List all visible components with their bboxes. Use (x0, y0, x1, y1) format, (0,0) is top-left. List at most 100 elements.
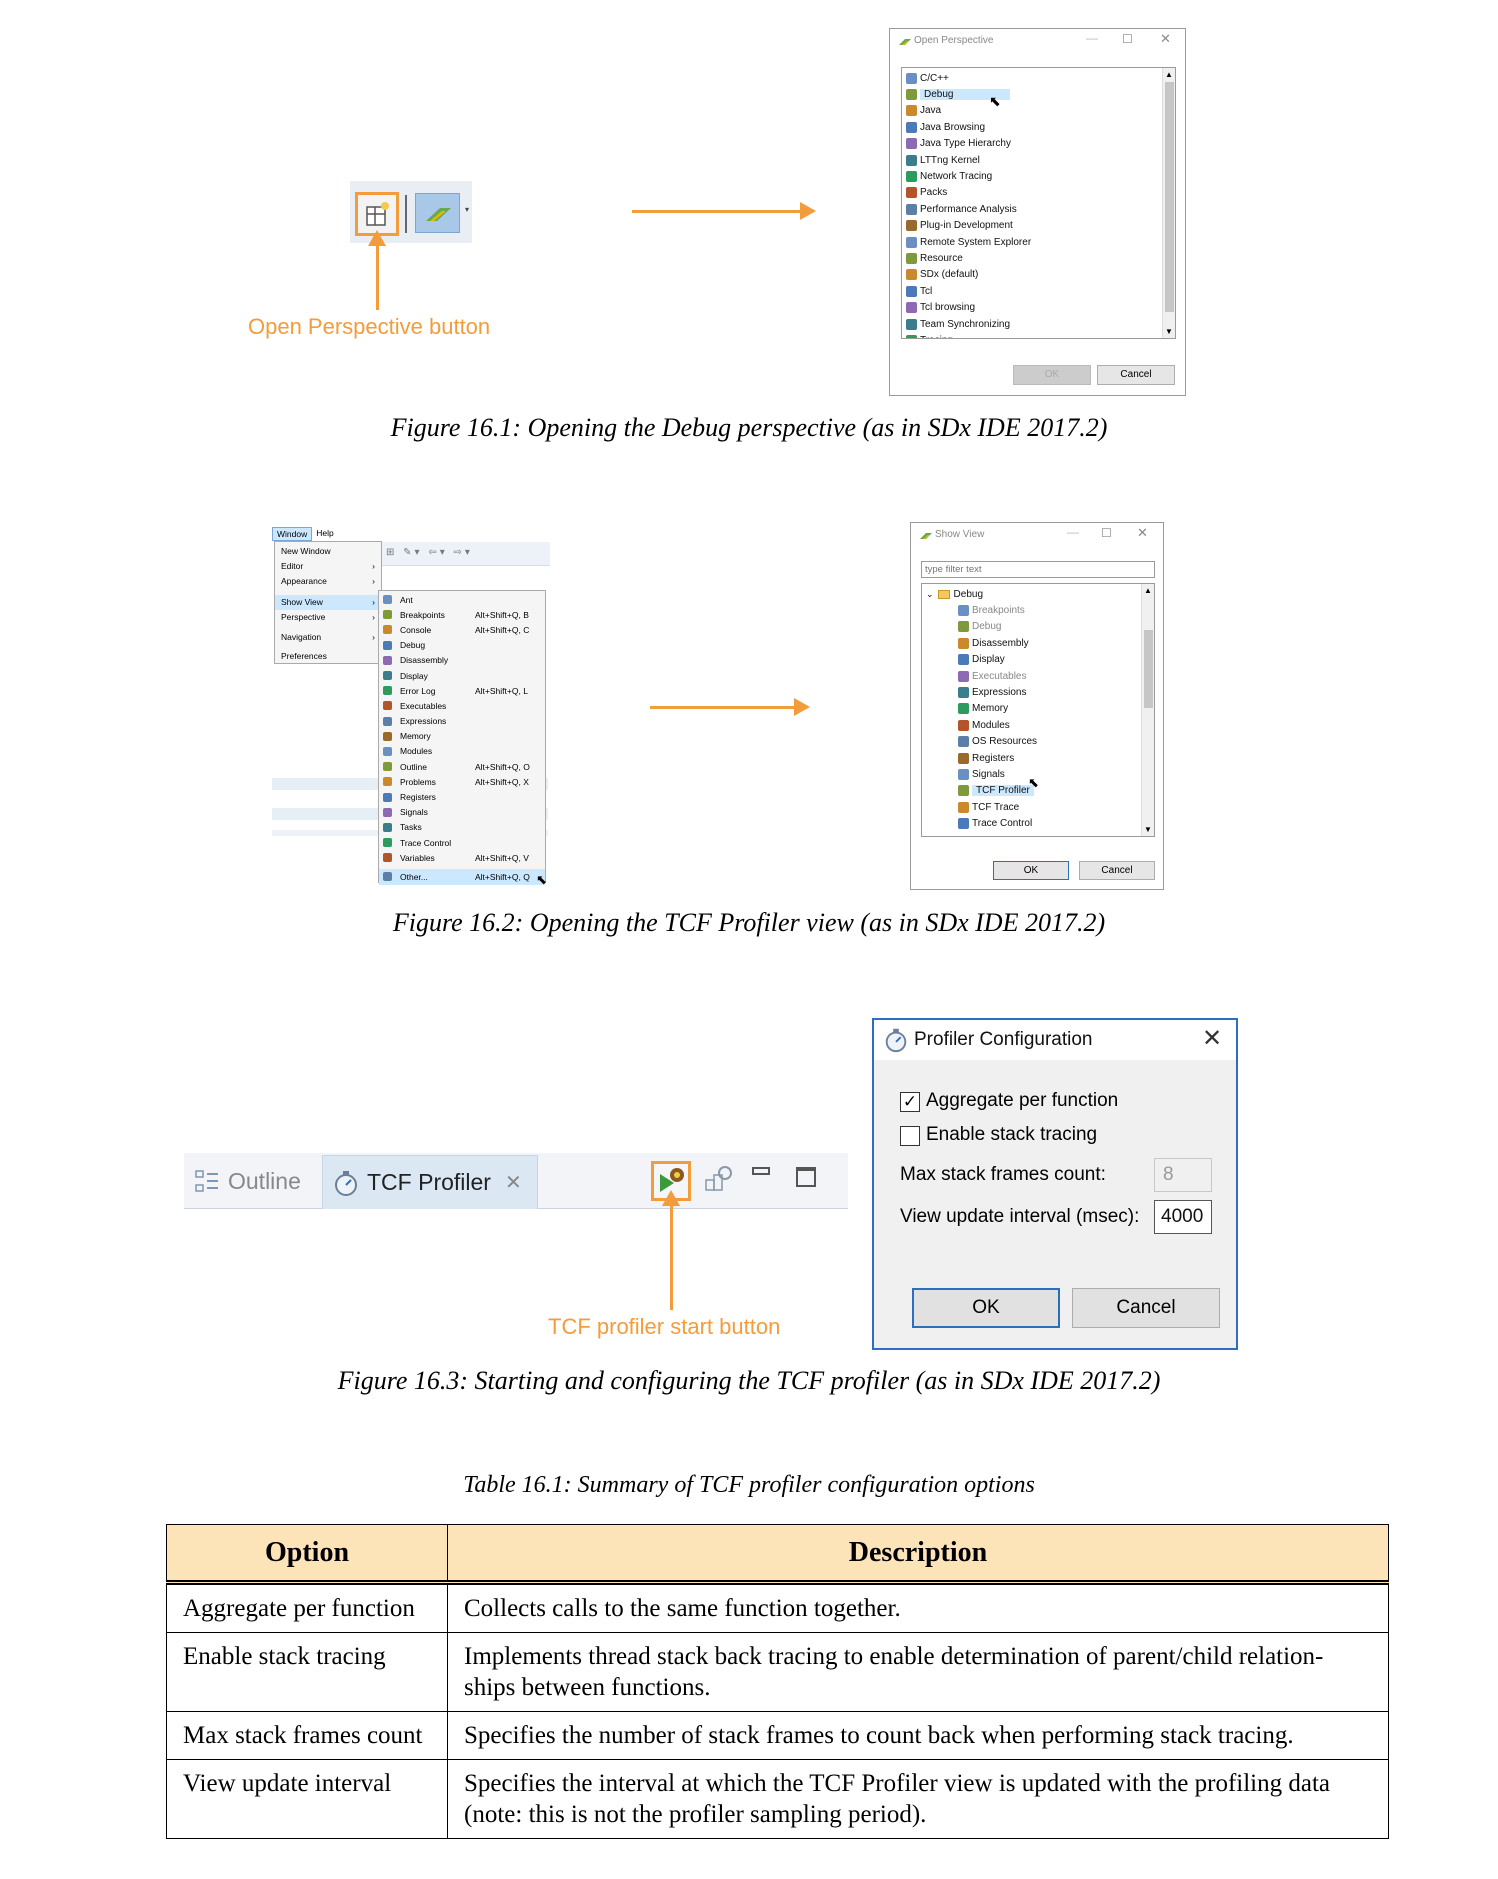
filter-input[interactable] (921, 561, 1155, 578)
cancel-button[interactable]: Cancel (1097, 365, 1175, 385)
close-icon[interactable]: ✕ (1202, 1024, 1222, 1053)
perspective-item[interactable]: Plug-in Development (906, 218, 1175, 234)
tab-tcf-profiler[interactable]: TCF Profiler ✕ (322, 1155, 538, 1209)
close-icon[interactable]: ✕ (1160, 31, 1171, 47)
view-item[interactable]: OS Resources (926, 734, 1154, 750)
view-item[interactable]: Expressions (926, 684, 1154, 700)
show-view-menu-item[interactable]: Expressions (379, 714, 545, 729)
show-view-menu-item[interactable]: Tasks (379, 820, 545, 835)
view-item[interactable]: Executables (926, 668, 1154, 684)
window-menu-item[interactable]: Appearance › (275, 573, 381, 588)
interval-field[interactable]: 4000 (1154, 1200, 1212, 1234)
menu-window[interactable]: Window (272, 527, 313, 541)
perspective-list[interactable]: ▲ ▼ C/C++ Debug Java Java Browsing Java Type… (901, 67, 1176, 339)
maximize-icon[interactable]: ☐ (1101, 526, 1112, 540)
maximize-icon[interactable]: ☐ (1122, 32, 1133, 46)
ok-button[interactable]: OK (912, 1288, 1060, 1328)
window-menu-item[interactable]: Navigation › (275, 629, 381, 644)
perspective-item[interactable]: Java (906, 103, 1175, 119)
menu-shortcut: Alt+Shift+Q, C (475, 624, 530, 635)
window-menu-item[interactable]: Preferences (275, 648, 381, 663)
menu-item-label: New Window (281, 545, 331, 556)
cancel-button[interactable]: Cancel (1072, 1288, 1220, 1328)
minimize-view-icon[interactable] (752, 1167, 770, 1175)
window-menu-item[interactable]: Editor › (275, 558, 381, 573)
maximize-view-icon[interactable] (796, 1167, 816, 1187)
max-frames-field[interactable]: 8 (1154, 1158, 1212, 1192)
show-view-menu-item[interactable]: Breakpoints Alt+Shift+Q, B (379, 607, 545, 622)
sdx-perspective-button[interactable] (415, 193, 460, 233)
perspective-item[interactable]: Packs (906, 185, 1175, 201)
show-view-menu-item[interactable]: Executables (379, 698, 545, 713)
show-view-menu-item[interactable]: Modules (379, 744, 545, 759)
view-item[interactable]: Breakpoints (926, 602, 1154, 618)
view-item-label: Display (972, 654, 1005, 666)
view-item[interactable]: Modules (926, 717, 1154, 733)
profiler-config-icon[interactable] (702, 1164, 734, 1196)
menubar: Window Help (272, 527, 338, 541)
perspective-item[interactable]: Performance Analysis (906, 201, 1175, 217)
list-scrollbar[interactable]: ▲ ▼ (1162, 68, 1175, 338)
mouse-cursor-icon: ⬉ (1028, 775, 1039, 790)
window-menu-item[interactable]: New Window (275, 543, 381, 558)
minimize-icon[interactable]: — (1086, 31, 1098, 45)
view-item[interactable]: Display (926, 652, 1154, 668)
chevron-down-icon[interactable]: ⌄ (926, 589, 934, 600)
ok-button[interactable]: OK (993, 861, 1069, 880)
show-view-menu-item[interactable]: Display (379, 668, 545, 683)
close-tab-icon[interactable]: ✕ (505, 1170, 522, 1195)
show-view-menu-item[interactable]: Outline Alt+Shift+Q, O (379, 759, 545, 774)
ok-button[interactable]: OK (1013, 365, 1091, 385)
view-item[interactable]: Debug (926, 619, 1154, 635)
toolbar-dropdown-icon[interactable]: ▾ (465, 205, 469, 214)
perspective-item[interactable]: LTTng Kernel (906, 152, 1175, 168)
perspective-item[interactable]: Team Synchronizing (906, 316, 1175, 332)
perspective-item[interactable]: Network Tracing (906, 168, 1175, 184)
perspective-item[interactable]: Java Browsing (906, 119, 1175, 135)
view-tree[interactable]: ▲ ▼ ⌄ Debug Breakpoints Debug Disassembly Dis… (921, 583, 1155, 837)
tab-outline[interactable]: Outline (194, 1163, 301, 1199)
show-view-menu-item[interactable]: Trace Control (379, 835, 545, 850)
tree-folder-debug[interactable]: ⌄ Debug (926, 586, 1154, 602)
perspective-item[interactable]: Tcl (906, 283, 1175, 299)
view-item[interactable]: Trace Control (926, 815, 1154, 831)
show-view-menu-item[interactable]: Debug (379, 638, 545, 653)
window-menu-item[interactable]: Show View › (275, 594, 381, 610)
show-view-menu-item[interactable]: Error Log Alt+Shift+Q, L (379, 683, 545, 698)
view-item[interactable]: TCF Profiler (926, 783, 1154, 799)
show-view-menu-item[interactable]: Other... Alt+Shift+Q, Q (379, 869, 545, 885)
show-view-menu-item[interactable]: Console Alt+Shift+Q, C (379, 622, 545, 637)
perspective-item[interactable]: Tracing (906, 332, 1175, 338)
aggregate-checkbox[interactable]: ✓ (900, 1092, 920, 1112)
show-view-menu-item[interactable]: Variables Alt+Shift+Q, V (379, 850, 545, 865)
perspective-item[interactable]: C/C++ (906, 70, 1175, 86)
show-view-menu-item[interactable]: Disassembly (379, 653, 545, 668)
view-item[interactable]: Memory (926, 701, 1154, 717)
show-view-menu-item[interactable]: Ant (379, 592, 545, 607)
perspective-item[interactable]: Tcl browsing (906, 299, 1175, 315)
close-icon[interactable]: ✕ (1137, 525, 1148, 541)
view-item[interactable]: Signals (926, 766, 1154, 782)
perspective-item[interactable]: Java Type Hierarchy (906, 136, 1175, 152)
view-item[interactable]: TCF Trace (926, 799, 1154, 815)
view-icon (906, 285, 917, 297)
perspective-item[interactable]: SDx (default) (906, 267, 1175, 283)
show-view-menu-item[interactable]: Signals (379, 805, 545, 820)
view-item[interactable]: Registers (926, 750, 1154, 766)
cancel-button[interactable]: Cancel (1079, 861, 1155, 880)
menu-item-label: Disassembly (400, 655, 449, 666)
show-view-menu-item[interactable]: Registers (379, 789, 545, 804)
submenu-arrow-icon: › (372, 560, 375, 571)
minimize-icon[interactable]: — (1067, 525, 1079, 539)
perspective-item[interactable]: Remote System Explorer (906, 234, 1175, 250)
show-view-menu-item[interactable]: Memory (379, 729, 545, 744)
view-item[interactable]: Disassembly (926, 635, 1154, 651)
menu-help[interactable]: Help (312, 527, 337, 541)
show-view-menu-item[interactable]: Problems Alt+Shift+Q, X (379, 774, 545, 789)
perspective-item[interactable]: Resource (906, 250, 1175, 266)
stack-tracing-checkbox[interactable] (900, 1126, 920, 1146)
perspective-item[interactable]: Debug (906, 86, 1175, 102)
window-menu-item[interactable]: Perspective › (275, 610, 381, 625)
tree-scrollbar[interactable]: ▲ ▼ (1141, 584, 1154, 836)
fig2-arrow (650, 698, 810, 716)
